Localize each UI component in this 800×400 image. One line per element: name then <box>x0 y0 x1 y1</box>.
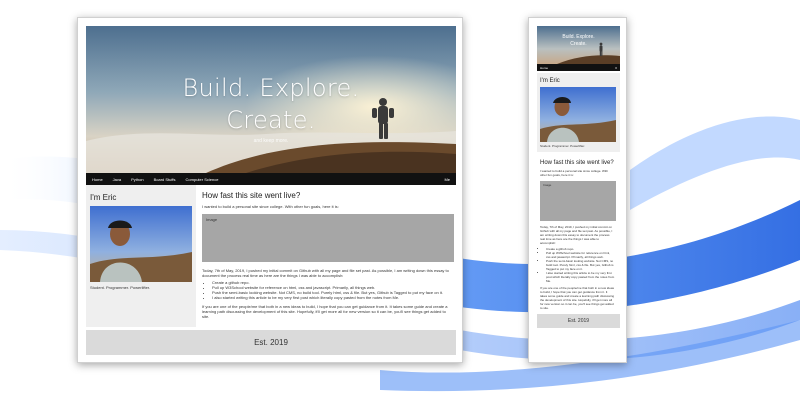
mobile-footer-text: Est. 2019 <box>567 318 590 324</box>
article-intro: I wanted to build a personal site since … <box>202 204 339 209</box>
article-bullet-list: Create a github repo. Pull up W3School w… <box>202 280 454 300</box>
sidebar: I'm Eric Student. Programmer. Powerlifte… <box>86 185 196 327</box>
mobile-menu-icon[interactable]: ≡ <box>615 66 617 70</box>
mobile-profile-photo <box>540 87 616 142</box>
footer-text: Est. 2019 <box>254 338 288 347</box>
mobile-image-placeholder-label: Image <box>543 183 552 187</box>
nav-bar: Home Java Python Board Stuffs Computer S… <box>86 173 456 185</box>
main-article: How fast this site went live? I wanted t… <box>196 185 460 327</box>
content-area: I'm Eric Student. Programmer. Powerlifte… <box>86 185 456 327</box>
mobile-hero-title-line1: Build. Explore. <box>562 34 595 40</box>
mobile-image-placeholder: Image <box>540 181 616 221</box>
article-paragraph-2: If you are one of the people/me that bot… <box>202 304 448 319</box>
article-paragraph-1: Today, 7th of May, 2019, I pushed my ini… <box>202 268 449 278</box>
mobile-sidebar-name: I'm Eric <box>540 78 560 84</box>
hero-title-line2: Create. <box>226 106 316 134</box>
mobile-sidebar: I'm Eric Student. Programmer. Powerlifte… <box>537 73 620 152</box>
article-title: How fast this site went live? <box>202 191 301 200</box>
list-item: Push the semi-basic looking website. Not… <box>546 259 615 271</box>
nav-item-python[interactable]: Python <box>131 177 143 182</box>
mobile-article-bullet-list: Create a github repo. Pull up W3School w… <box>540 247 615 283</box>
list-item: I also started writing this article to b… <box>212 295 454 300</box>
sidebar-tagline: Student. Programmer. Powerlifter. <box>90 285 151 290</box>
nav-item-board-stuffs[interactable]: Board Stuffs <box>154 177 176 182</box>
desktop-mockup: Build. Explore. Create. and keep more. H… <box>77 17 463 363</box>
nav-item-me[interactable]: Me <box>444 177 450 182</box>
list-item: I also started writing this article to b… <box>546 271 615 283</box>
mobile-footer: Est. 2019 <box>537 314 620 328</box>
sidebar-name: I'm Eric <box>90 193 117 202</box>
hero-title-line1: Build. Explore. <box>182 74 360 102</box>
hero-subtitle: and keep more. <box>253 138 289 144</box>
nav-item-home[interactable]: Home <box>92 177 103 182</box>
profile-photo <box>90 206 192 282</box>
mobile-nav-bar: Home ≡ <box>537 64 620 71</box>
mobile-article-intro: I wanted to build a personal site since … <box>540 169 609 177</box>
mobile-article-title: How fast this site went live? <box>540 160 614 166</box>
mobile-mockup: Build. Explore. Create. Home ≡ I'm Eric … <box>528 17 627 363</box>
mobile-sidebar-tagline: Student. Programmer. Powerlifter. <box>540 144 586 148</box>
mobile-hero-banner: Build. Explore. Create. <box>537 26 620 64</box>
list-item: Pull up W3School website for reference o… <box>546 251 615 259</box>
nav-item-computer-science[interactable]: Computer Science <box>186 177 219 182</box>
mobile-article-paragraph-2: If you are one of the people/me that bot… <box>540 286 615 310</box>
mobile-nav-home[interactable]: Home <box>540 66 548 70</box>
nav-item-java[interactable]: Java <box>113 177 121 182</box>
mobile-article-paragraph-1: Today, 7th of May, 2019, I pushed my ini… <box>540 225 613 245</box>
mobile-hero-title-line2: Create. <box>570 41 587 47</box>
hero-banner: Build. Explore. Create. and keep more. <box>86 26 456 173</box>
image-placeholder-label: Image <box>206 217 218 222</box>
footer: Est. 2019 <box>86 330 456 355</box>
mobile-main-article: How fast this site went live? I wanted t… <box>537 152 618 310</box>
image-placeholder: Image <box>202 214 454 262</box>
